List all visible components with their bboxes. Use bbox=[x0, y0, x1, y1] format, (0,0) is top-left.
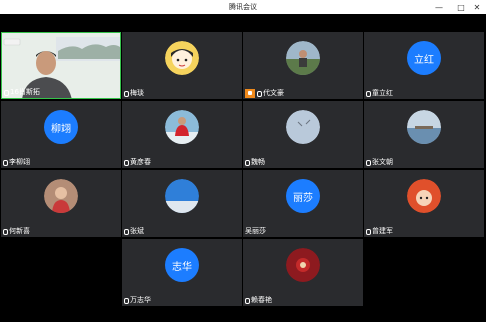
participant-name: 万志华 bbox=[130, 296, 151, 304]
blue-sky-avatar bbox=[165, 179, 199, 213]
participant-label: 吴丽莎 bbox=[245, 227, 266, 236]
mic-icon bbox=[245, 159, 250, 166]
mic-icon bbox=[366, 90, 371, 97]
mic-icon bbox=[3, 159, 8, 166]
top-toolbar bbox=[0, 14, 486, 31]
participant-tile-self[interactable]: 16肖斯拓 bbox=[1, 32, 121, 99]
participant-label: 童立红 bbox=[366, 89, 393, 98]
participant-label: 何新喜 bbox=[3, 227, 30, 236]
participant-label: 赖春艳 bbox=[245, 296, 272, 305]
child-avatar bbox=[44, 179, 78, 213]
mic-icon bbox=[124, 297, 129, 304]
participant-name: 赖春艳 bbox=[251, 296, 272, 304]
participant-label: 代文豪 bbox=[245, 89, 284, 98]
mic-icon bbox=[124, 228, 129, 235]
mic-icon bbox=[257, 90, 262, 97]
participant-label: 梅琰 bbox=[124, 89, 144, 98]
participant-tile[interactable]: 张文朝 bbox=[364, 101, 484, 168]
participant-name: 代文豪 bbox=[263, 89, 284, 97]
text-avatar: 志华 bbox=[165, 248, 199, 282]
text-avatar: 柳翊 bbox=[44, 110, 78, 144]
participant-tile[interactable]: 魏畅 bbox=[243, 101, 363, 168]
participant-tile[interactable]: 丽莎 吴丽莎 bbox=[243, 170, 363, 237]
participant-name: 何新喜 bbox=[9, 227, 30, 235]
participant-label: 魏畅 bbox=[245, 158, 265, 167]
participant-label: 黄彦春 bbox=[124, 158, 151, 167]
landscape-avatar bbox=[286, 41, 320, 75]
mic-icon bbox=[3, 228, 8, 235]
mic-icon bbox=[124, 90, 129, 97]
mic-icon bbox=[366, 159, 371, 166]
participant-name: 梅琰 bbox=[130, 89, 144, 97]
participant-name: 吴丽莎 bbox=[245, 227, 266, 235]
participant-name: 魏畅 bbox=[251, 158, 265, 166]
participant-label: 张斌 bbox=[124, 227, 144, 236]
participant-label: 16肖斯拓 bbox=[4, 88, 40, 97]
red-flower-avatar bbox=[286, 248, 320, 282]
participant-label: 李柳翊 bbox=[3, 158, 30, 167]
title-bar: 腾讯会议 — □ ✕ bbox=[0, 0, 486, 14]
mic-icon bbox=[4, 89, 9, 96]
participant-label: 张文朝 bbox=[366, 158, 393, 167]
minimize-icon[interactable]: — bbox=[430, 0, 448, 14]
empty-tile bbox=[364, 239, 484, 306]
participant-tile[interactable]: 立红 童立红 bbox=[364, 32, 484, 99]
participant-tile[interactable]: 曾建军 bbox=[364, 170, 484, 237]
participant-name: 16肖斯拓 bbox=[10, 88, 40, 96]
mic-icon bbox=[124, 159, 129, 166]
cartoon-girl-avatar bbox=[165, 41, 199, 75]
participant-name: 曾建军 bbox=[372, 227, 393, 235]
participant-name: 张文朝 bbox=[372, 158, 393, 166]
participant-name: 黄彦春 bbox=[130, 158, 151, 166]
participant-tile[interactable]: 张斌 bbox=[122, 170, 242, 237]
participant-label: 万志华 bbox=[124, 296, 151, 305]
participant-tile[interactable]: 赖春艳 bbox=[243, 239, 363, 306]
window-title: 腾讯会议 bbox=[229, 3, 257, 11]
screen-share-icon bbox=[245, 89, 255, 98]
red-jacket-avatar bbox=[165, 110, 199, 144]
mic-icon bbox=[366, 228, 371, 235]
lake-avatar bbox=[407, 110, 441, 144]
participant-grid: 16肖斯拓 梅琰 代文豪 立红 童立红 柳翊 李柳翊 黄彦春 魏畅 张文朝 何新… bbox=[0, 31, 486, 306]
participant-tile[interactable]: 梅琰 bbox=[122, 32, 242, 99]
bottom-bar bbox=[0, 306, 486, 322]
participant-tile[interactable]: 志华 万志华 bbox=[122, 239, 242, 306]
participant-label: 曾建军 bbox=[366, 227, 393, 236]
empty-tile bbox=[1, 239, 121, 306]
participant-tile[interactable]: 黄彦春 bbox=[122, 101, 242, 168]
text-avatar: 立红 bbox=[407, 41, 441, 75]
participant-name: 张斌 bbox=[130, 227, 144, 235]
participant-name: 童立红 bbox=[372, 89, 393, 97]
close-icon[interactable]: ✕ bbox=[468, 0, 486, 14]
text-avatar: 丽莎 bbox=[286, 179, 320, 213]
participant-tile[interactable]: 何新喜 bbox=[1, 170, 121, 237]
sky-avatar bbox=[286, 110, 320, 144]
doll-avatar bbox=[407, 179, 441, 213]
participant-name: 李柳翊 bbox=[9, 158, 30, 166]
participant-tile[interactable]: 代文豪 bbox=[243, 32, 363, 99]
mic-icon bbox=[245, 297, 250, 304]
participant-tile[interactable]: 柳翊 李柳翊 bbox=[1, 101, 121, 168]
